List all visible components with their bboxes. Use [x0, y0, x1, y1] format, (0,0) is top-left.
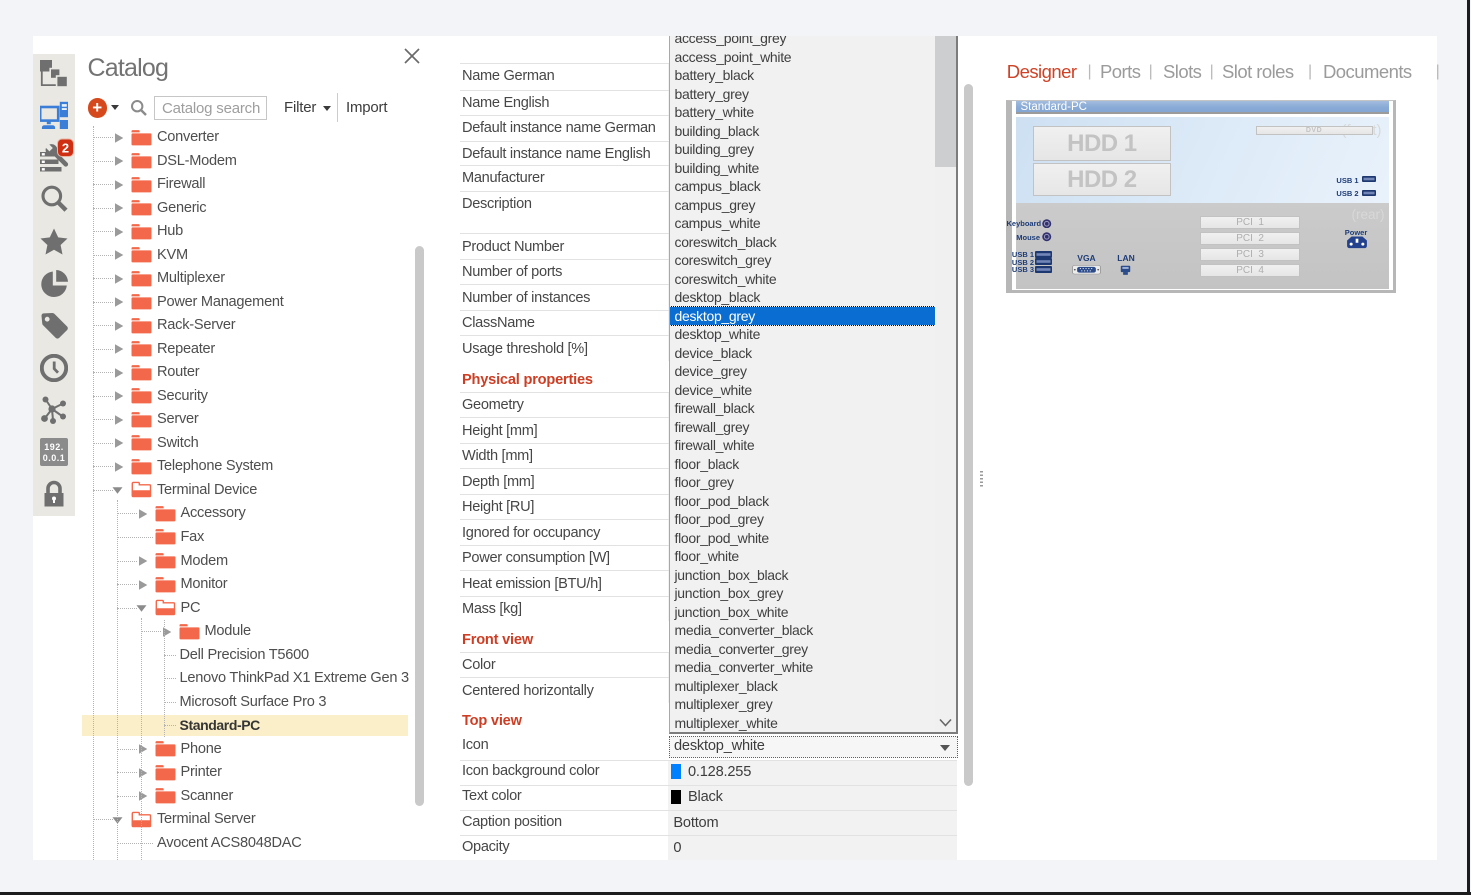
svg-text:0.0.1: 0.0.1 — [43, 453, 66, 463]
svg-text:2: 2 — [62, 141, 69, 156]
svg-text:192.: 192. — [44, 442, 64, 452]
